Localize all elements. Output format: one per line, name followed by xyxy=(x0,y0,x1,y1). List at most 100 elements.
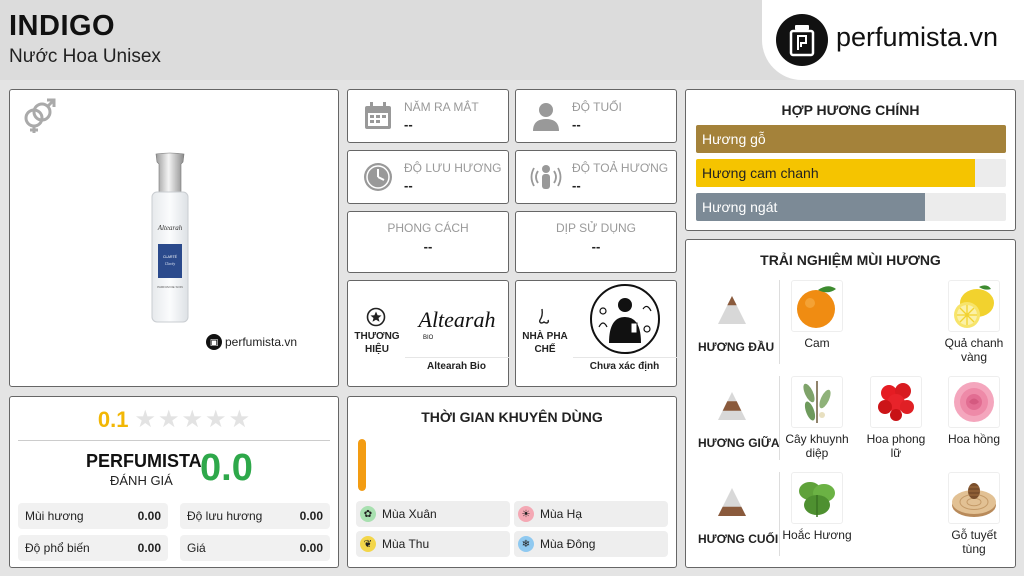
star-icon[interactable]: ★ xyxy=(205,408,227,432)
nose-icon xyxy=(538,308,550,324)
brand-logo[interactable]: Altearah BIO xyxy=(405,282,508,356)
season-autumn: ❦ Mùa Thu xyxy=(356,531,510,557)
perfumer-label: NHÀ PHA CHẾ xyxy=(522,331,568,355)
note-eucalyptus[interactable]: Cây khuynh diệp xyxy=(782,376,852,461)
perfumista-score: 0.0 xyxy=(200,447,253,489)
star-icon[interactable]: ★ xyxy=(135,408,157,432)
note-orange[interactable]: Cam xyxy=(782,280,852,350)
info-style: PHONG CÁCH -- xyxy=(347,211,509,273)
accord-bar: Hương gỗ xyxy=(696,125,1006,153)
info-label: ĐỘ LƯU HƯƠNG xyxy=(404,161,502,175)
time-level-bar xyxy=(358,439,366,491)
bottle-footer-text: PARFUM DE SOIN xyxy=(157,285,183,289)
bottle-brand-text: Altearah xyxy=(157,224,183,232)
accord-label: Hương gỗ xyxy=(702,131,766,147)
lemon-icon xyxy=(948,280,1000,332)
metric-longevity: Độ lưu hương 0.00 xyxy=(180,503,330,529)
info-value: -- xyxy=(572,117,581,132)
divider xyxy=(779,376,780,460)
star-icon[interactable]: ★ xyxy=(182,408,204,432)
scent-experience-title: TRẢI NGHIỆM MÙI HƯƠNG xyxy=(760,252,941,268)
note-patchouli[interactable]: Hoắc Hương xyxy=(782,472,852,542)
unisex-gender-icon xyxy=(24,98,56,133)
note-name: Hoa hồng xyxy=(947,432,1001,446)
person-icon xyxy=(533,103,559,131)
product-title: INDIGO xyxy=(9,10,116,42)
perfumer-avatar[interactable] xyxy=(573,282,676,356)
season-label: Mùa Xuân xyxy=(382,507,437,521)
metric-label: Độ phổ biến xyxy=(25,541,90,555)
product-image-card: Altearah CLARTÉ Clarity PARFUM DE SOIN ▣… xyxy=(9,89,339,387)
info-value: -- xyxy=(404,117,413,132)
rating-stars[interactable]: ★ ★ ★ ★ ★ xyxy=(135,408,251,432)
accord-bar: Hương cam chanh xyxy=(696,159,1006,187)
perfume-bottle-image: Altearah CLARTÉ Clarity PARFUM DE SOIN xyxy=(151,152,189,323)
info-value: -- xyxy=(591,239,601,254)
brand-card[interactable]: THƯƠNG HIỆU Altearah BIO Altearah Bio xyxy=(347,280,509,387)
note-name: Hoắc Hương xyxy=(782,528,852,542)
rating-divider xyxy=(18,440,330,441)
user-rating: 0.1 ★ ★ ★ ★ ★ xyxy=(10,407,338,433)
bottle-label-text: CLARTÉ xyxy=(163,254,178,259)
info-launch-year: NĂM RA MẮT -- xyxy=(347,89,509,143)
rating-value: 0.1 xyxy=(97,407,129,432)
divider xyxy=(405,357,509,358)
note-cedarwood[interactable]: Gỗ tuyết tùng xyxy=(939,472,1009,557)
season-label: Mùa Thu xyxy=(382,537,430,551)
snowflake-icon: ❄ xyxy=(518,536,534,552)
tier-label-top: HƯƠNG ĐẦU xyxy=(698,340,775,354)
pyramid-base-icon xyxy=(718,488,746,516)
info-value: -- xyxy=(572,178,581,193)
product-watermark: ▣ perfumista.vn xyxy=(206,334,297,350)
orange-icon xyxy=(791,280,843,332)
metric-popularity: Độ phổ biến 0.00 xyxy=(18,535,168,561)
metric-value: 0.00 xyxy=(299,541,323,555)
season-label: Mùa Hạ xyxy=(540,507,583,521)
scent-experience-card: TRẢI NGHIỆM MÙI HƯƠNG HƯƠNG ĐẦU Cam Quả … xyxy=(685,239,1016,568)
accord-label: Hương ngát xyxy=(702,199,778,215)
info-longevity: ĐỘ LƯU HƯƠNG -- xyxy=(347,150,509,204)
geranium-icon xyxy=(870,376,922,428)
patchouli-icon xyxy=(791,472,843,524)
note-lemon[interactable]: Quả chanh vàng xyxy=(939,280,1009,365)
divider xyxy=(779,280,780,364)
eucalyptus-icon xyxy=(791,376,843,428)
accord-bar: Hương ngát xyxy=(696,193,1006,221)
note-name: Cam xyxy=(804,336,830,350)
clock-icon xyxy=(364,163,392,191)
perfumista-watermark-icon: ▣ xyxy=(206,334,222,350)
perfumer-name: Chưa xác định xyxy=(589,361,660,372)
perfumista-rating-sub: ĐÁNH GIÁ xyxy=(110,473,173,488)
metric-value: 0.00 xyxy=(137,509,161,523)
star-badge-icon xyxy=(366,307,386,327)
note-rose[interactable]: Hoa hồng xyxy=(939,376,1009,446)
site-brand[interactable]: perfumista.vn xyxy=(762,0,1024,80)
info-label: PHONG CÁCH xyxy=(387,221,469,235)
brand-label: THƯƠNG HIỆU xyxy=(354,331,400,355)
metric-label: Giá xyxy=(187,541,206,555)
brand-name: Altearah Bio xyxy=(427,361,486,372)
perfumer-card[interactable]: NHÀ PHA CHẾ Chưa xác định xyxy=(515,280,677,387)
rating-card: 0.1 ★ ★ ★ ★ ★ PERFUMISTA ĐÁNH GIÁ 0.0 Mù… xyxy=(9,396,339,568)
leaf-icon: ❦ xyxy=(360,536,376,552)
sillage-person-icon xyxy=(530,165,562,189)
divider xyxy=(573,357,677,358)
perfumista-rating-label: PERFUMISTA xyxy=(86,451,202,471)
tier-label-middle: HƯƠNG GIỮA xyxy=(698,436,780,450)
note-geranium[interactable]: Hoa phong lữ xyxy=(861,376,931,461)
note-name: Cây khuynh diệp xyxy=(785,432,849,461)
info-age: ĐỘ TUỔI -- xyxy=(515,89,677,143)
brand-logo-text: Altearah xyxy=(416,307,495,332)
star-icon[interactable]: ★ xyxy=(158,408,180,432)
time-level-fill xyxy=(358,439,366,491)
season-summer: ☀ Mùa Hạ xyxy=(514,501,668,527)
flower-icon: ✿ xyxy=(360,506,376,522)
star-icon[interactable]: ★ xyxy=(229,408,251,432)
brand-logo-sub: BIO xyxy=(423,335,434,341)
calendar-icon xyxy=(365,102,391,129)
recommended-time-card: THỜI GIAN KHUYÊN DÙNG ✿ Mùa Xuân ☀ Mùa H… xyxy=(347,396,677,568)
pyramid-middle-icon xyxy=(718,392,746,420)
bottle-sublabel-text: Clarity xyxy=(165,262,176,266)
note-name: Gỗ tuyết tùng xyxy=(951,528,997,557)
accord-label: Hương cam chanh xyxy=(702,165,819,181)
